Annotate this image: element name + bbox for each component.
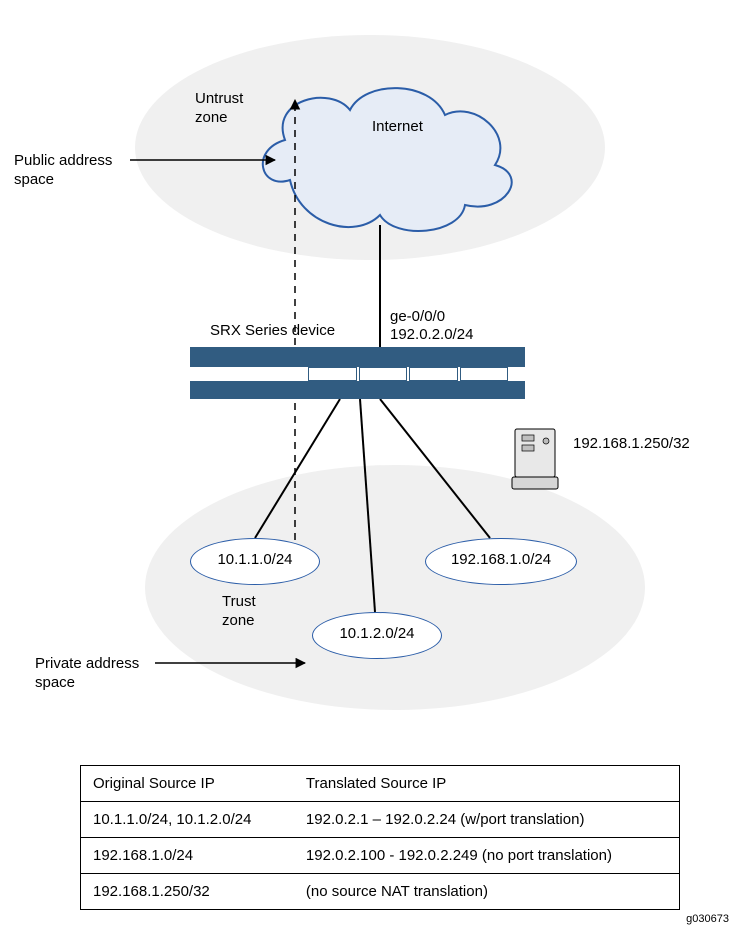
subnet-oval-1: 10.1.1.0/24	[190, 538, 320, 585]
private-address-space-label: Private addressspace	[35, 655, 139, 693]
iface-addr-label: 192.0.2.0/24	[390, 326, 473, 343]
cell-orig: 192.168.1.0/24	[81, 838, 294, 874]
server-icon	[510, 427, 560, 492]
srx-device-ports	[308, 367, 508, 381]
table-row: 10.1.1.0/24, 10.1.2.0/24 192.0.2.1 – 192…	[81, 802, 680, 838]
cell-trans: 192.0.2.1 – 192.0.2.24 (w/port translati…	[294, 802, 680, 838]
col-original-ip: Original Source IP	[81, 766, 294, 802]
srx-device-icon	[190, 347, 525, 399]
subnet-oval-2: 10.1.2.0/24	[312, 612, 442, 659]
cell-trans: (no source NAT translation)	[294, 874, 680, 910]
col-translated-ip: Translated Source IP	[294, 766, 680, 802]
public-address-space-label: Public addressspace	[14, 152, 112, 190]
diagram-stage: Internet Untrustzone Public addressspace…	[0, 0, 754, 940]
srx-device-label: SRX Series device	[210, 322, 335, 339]
cell-orig: 10.1.1.0/24, 10.1.2.0/24	[81, 802, 294, 838]
table-row: 192.168.1.0/24 192.0.2.100 - 192.0.2.249…	[81, 838, 680, 874]
cell-trans: 192.0.2.100 - 192.0.2.249 (no port trans…	[294, 838, 680, 874]
trust-zone-bg	[145, 465, 645, 710]
image-id: g030673	[686, 913, 729, 925]
table-row: 192.168.1.250/32 (no source NAT translat…	[81, 874, 680, 910]
untrust-zone-bg	[135, 35, 605, 260]
table-header-row: Original Source IP Translated Source IP	[81, 766, 680, 802]
internet-label: Internet	[372, 118, 423, 135]
server-address-label: 192.168.1.250/32	[573, 435, 690, 452]
iface-name-label: ge-0/0/0	[390, 308, 445, 325]
nat-translation-table: Original Source IP Translated Source IP …	[80, 765, 680, 910]
untrust-zone-label: Untrustzone	[195, 90, 243, 128]
trust-zone-label: Trustzone	[222, 593, 256, 631]
subnet-oval-3: 192.168.1.0/24	[425, 538, 577, 585]
cell-orig: 192.168.1.250/32	[81, 874, 294, 910]
